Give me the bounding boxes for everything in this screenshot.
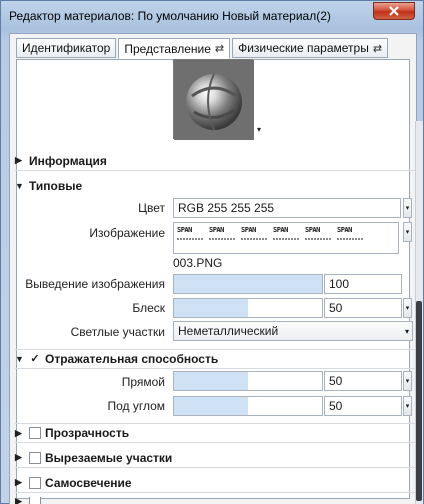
oblique-value: 50 xyxy=(329,399,343,413)
caret-icon: ▾ xyxy=(405,205,410,212)
direct-slider[interactable] xyxy=(173,371,323,391)
caret-icon: ▾ xyxy=(405,305,410,312)
collapse-icon[interactable]: ▼ xyxy=(15,354,25,364)
image-fade-slider[interactable] xyxy=(173,274,323,294)
expand-icon[interactable]: ▶ xyxy=(15,155,25,166)
section-title: Информация xyxy=(29,153,107,168)
image-thumbnail: SPAN xyxy=(305,226,331,250)
tab-identity[interactable]: Идентификатор xyxy=(16,38,117,58)
caret-icon: ▾ xyxy=(405,378,410,385)
slider-fill xyxy=(174,299,248,317)
oblique-slider[interactable] xyxy=(173,396,323,416)
caret-icon: ▾ xyxy=(405,229,410,236)
image-file-name[interactable]: 003.PNG xyxy=(173,256,222,270)
chevron-down-icon: ▾ xyxy=(404,326,409,336)
expand-icon[interactable]: ▶ xyxy=(15,497,25,504)
transparency-checkbox[interactable] xyxy=(29,427,41,439)
image-fade-input[interactable]: 100 xyxy=(324,274,402,294)
cutouts-checkbox[interactable] xyxy=(29,451,41,464)
collapse-icon[interactable]: ▼ xyxy=(15,181,25,191)
tab-label: Представление xyxy=(124,41,211,56)
highlights-select[interactable]: Неметаллический ▾ xyxy=(173,321,413,341)
section-title: Прозрачность xyxy=(45,426,130,440)
section-transparency[interactable]: ▶ Прозрачность xyxy=(15,423,415,443)
image-thumbnail: SPAN xyxy=(273,226,299,250)
vertical-scrollbar[interactable] xyxy=(415,121,423,504)
preview-menu-icon[interactable]: ▾ xyxy=(257,125,261,134)
close-icon xyxy=(389,6,399,16)
section-title: Вырезаемые участки xyxy=(45,450,173,465)
checkmark-icon: ✓ xyxy=(30,352,40,365)
tab-label: Идентификатор xyxy=(22,41,111,55)
sphere-preview-icon xyxy=(174,60,254,140)
tab-appearance[interactable]: Представление ⇄ xyxy=(118,38,231,59)
image-fade-value: 100 xyxy=(329,277,350,291)
slider-fill xyxy=(174,372,248,390)
glossiness-value: 50 xyxy=(329,301,343,315)
oblique-menu-button[interactable]: ▾ xyxy=(403,396,412,416)
section-self-illumination[interactable]: ▶ Самосвечение xyxy=(15,473,415,493)
oblique-label: Под углом xyxy=(107,399,165,413)
material-editor-window: Редактор материалов: По умолчанию Новый … xyxy=(0,0,424,504)
glossiness-label: Блеск xyxy=(132,301,165,315)
direct-value: 50 xyxy=(329,374,343,388)
color-dropdown-button[interactable]: ▾ xyxy=(403,198,412,218)
material-preview[interactable] xyxy=(173,59,254,140)
section-information[interactable]: ▶ Информация xyxy=(15,151,415,171)
expand-icon[interactable]: ▶ xyxy=(15,452,25,463)
title-bar[interactable]: Редактор материалов: По умолчанию Новый … xyxy=(1,1,423,31)
section-reflectivity[interactable]: ▼ ✓ Отражательная способность xyxy=(15,349,415,369)
reflectivity-checkbox[interactable]: ✓ xyxy=(29,353,41,365)
expand-icon[interactable]: ▶ xyxy=(15,428,25,439)
image-thumbnail-strip[interactable]: SPAN SPAN SPAN SPAN SPAN SPAN xyxy=(173,222,399,254)
slider-fill xyxy=(174,275,322,293)
oblique-input[interactable]: 50 xyxy=(324,396,402,416)
color-field[interactable]: RGB 255 255 255 xyxy=(173,198,401,218)
tab-label: Физические параметры xyxy=(238,41,369,55)
glossiness-menu-button[interactable]: ▾ xyxy=(403,298,412,318)
section-cutouts[interactable]: ▶ Вырезаемые участки xyxy=(15,448,415,468)
image-label: Изображение xyxy=(89,226,165,240)
window-title: Редактор материалов: По умолчанию Новый … xyxy=(9,9,331,23)
highlights-value: Неметаллический xyxy=(178,324,279,338)
color-value: RGB 255 255 255 xyxy=(178,201,275,215)
direct-menu-button[interactable]: ▾ xyxy=(403,371,412,391)
section-next-partial: ▶ xyxy=(15,497,415,504)
expand-icon[interactable]: ▶ xyxy=(15,477,25,488)
swap-icon[interactable]: ⇄ xyxy=(373,42,382,55)
tab-physical[interactable]: Физические параметры ⇄ xyxy=(232,38,389,58)
self-illumination-checkbox[interactable] xyxy=(29,476,41,489)
image-fade-label: Выведение изображения xyxy=(25,277,165,291)
highlights-label: Светлые участки xyxy=(70,325,165,339)
close-button[interactable] xyxy=(373,2,415,20)
image-thumbnail: SPAN xyxy=(337,226,363,250)
tab-strip: Идентификатор Представление ⇄ Физические… xyxy=(16,38,389,60)
slider-fill xyxy=(174,397,248,415)
section-generic[interactable]: ▼ Типовые xyxy=(15,176,415,196)
image-thumbnail: SPAN xyxy=(177,226,203,250)
section-title: Самосвечение xyxy=(45,475,132,490)
color-label: Цвет xyxy=(138,201,165,215)
swap-icon[interactable]: ⇄ xyxy=(215,42,224,55)
image-thumbnail: SPAN xyxy=(241,226,267,250)
direct-label: Прямой xyxy=(121,375,165,389)
caret-icon: ▾ xyxy=(405,403,410,410)
section-title: Типовые xyxy=(29,179,83,193)
direct-input[interactable]: 50 xyxy=(324,371,402,391)
image-menu-button[interactable]: ▾ xyxy=(403,222,412,242)
section-title: Отражательная способность xyxy=(45,352,219,366)
glossiness-input[interactable]: 50 xyxy=(324,298,402,318)
next-section-checkbox[interactable] xyxy=(29,497,41,504)
image-thumbnail: SPAN xyxy=(209,226,235,250)
scrollbar-thumb[interactable] xyxy=(416,301,422,501)
glossiness-slider[interactable] xyxy=(173,298,323,318)
